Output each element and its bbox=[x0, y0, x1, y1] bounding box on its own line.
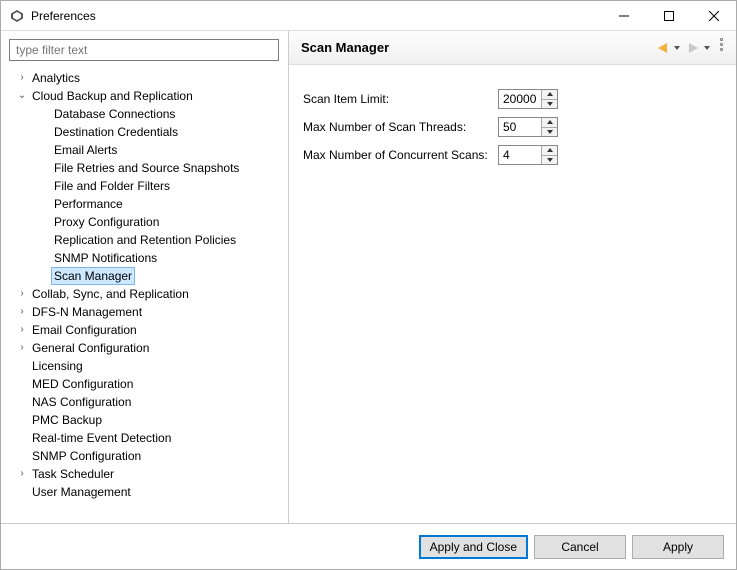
close-button[interactable] bbox=[691, 1, 736, 30]
tree-item[interactable]: ›Scan Manager bbox=[9, 267, 280, 285]
tree-item-label: Email Configuration bbox=[29, 321, 140, 339]
tree-item[interactable]: ›Database Connections bbox=[9, 105, 280, 123]
tree-item[interactable]: ›Collab, Sync, and Replication bbox=[9, 285, 280, 303]
tree-item[interactable]: ›File and Folder Filters bbox=[9, 177, 280, 195]
max-concurrent-spinner[interactable] bbox=[498, 145, 558, 165]
tree-item-label: SNMP Configuration bbox=[29, 447, 144, 465]
filter-input[interactable] bbox=[9, 39, 279, 61]
tree-item-label: Replication and Retention Policies bbox=[51, 231, 239, 249]
tree-item[interactable]: ›PMC Backup bbox=[9, 411, 280, 429]
scan-item-limit-label: Scan Item Limit: bbox=[303, 92, 498, 106]
tree-item[interactable]: ›User Management bbox=[9, 483, 280, 501]
apply-and-close-button[interactable]: Apply and Close bbox=[419, 535, 528, 559]
tree-item-label: File Retries and Source Snapshots bbox=[51, 159, 242, 177]
tree-item[interactable]: ›Email Alerts bbox=[9, 141, 280, 159]
page-title: Scan Manager bbox=[301, 40, 654, 55]
chevron-right-icon[interactable]: › bbox=[15, 303, 29, 321]
tree-item-label: Licensing bbox=[29, 357, 86, 375]
content-pane: Scan Manager Scan Item Limit: Max Numbe bbox=[289, 31, 736, 523]
preferences-dialog: Preferences ›Analytics⌄Cloud Backup and … bbox=[0, 0, 737, 570]
spinner-up-button[interactable] bbox=[542, 118, 557, 127]
chevron-down-icon[interactable]: ⌄ bbox=[15, 87, 29, 105]
arrow-right-icon bbox=[686, 42, 702, 54]
tree-item[interactable]: ›Email Configuration bbox=[9, 321, 280, 339]
preferences-tree[interactable]: ›Analytics⌄Cloud Backup and Replication›… bbox=[9, 69, 280, 515]
tree-item-label: Email Alerts bbox=[51, 141, 120, 159]
spinner-down-button[interactable] bbox=[542, 155, 557, 165]
dialog-footer: Apply and Close Cancel Apply bbox=[1, 523, 736, 569]
window-title: Preferences bbox=[31, 9, 96, 23]
max-threads-input[interactable] bbox=[499, 118, 541, 136]
tree-item[interactable]: ›DFS-N Management bbox=[9, 303, 280, 321]
spinner-up-button[interactable] bbox=[542, 146, 557, 155]
tree-item[interactable]: ›Analytics bbox=[9, 69, 280, 87]
chevron-right-icon[interactable]: › bbox=[15, 321, 29, 339]
apply-button[interactable]: Apply bbox=[632, 535, 724, 559]
tree-item[interactable]: ›Destination Credentials bbox=[9, 123, 280, 141]
tree-item-label: NAS Configuration bbox=[29, 393, 134, 411]
view-menu-button[interactable] bbox=[714, 38, 728, 58]
tree-item[interactable]: ⌄Cloud Backup and Replication bbox=[9, 87, 280, 105]
scan-item-limit-input[interactable] bbox=[499, 90, 541, 108]
max-threads-spinner[interactable] bbox=[498, 117, 558, 137]
tree-item-label: PMC Backup bbox=[29, 411, 105, 429]
cancel-button[interactable]: Cancel bbox=[534, 535, 626, 559]
scan-item-limit-spinner[interactable] bbox=[498, 89, 558, 109]
tree-item[interactable]: ›SNMP Notifications bbox=[9, 249, 280, 267]
chevron-right-icon[interactable]: › bbox=[15, 69, 29, 87]
titlebar: Preferences bbox=[1, 1, 736, 31]
tree-item[interactable]: ›Real-time Event Detection bbox=[9, 429, 280, 447]
nav-back-button[interactable] bbox=[654, 38, 682, 58]
tree-item-label: File and Folder Filters bbox=[51, 177, 173, 195]
spinner-down-button[interactable] bbox=[542, 127, 557, 137]
tree-item-label: Cloud Backup and Replication bbox=[29, 87, 196, 105]
tree-item-label: Proxy Configuration bbox=[51, 213, 162, 231]
minimize-button[interactable] bbox=[601, 1, 646, 30]
tree-item-label: SNMP Notifications bbox=[51, 249, 160, 267]
max-concurrent-input[interactable] bbox=[499, 146, 541, 164]
sidebar: ›Analytics⌄Cloud Backup and Replication›… bbox=[1, 31, 289, 523]
tree-item-label: Database Connections bbox=[51, 105, 178, 123]
tree-item[interactable]: ›Licensing bbox=[9, 357, 280, 375]
tree-item-label: Collab, Sync, and Replication bbox=[29, 285, 192, 303]
tree-item-label: DFS-N Management bbox=[29, 303, 145, 321]
chevron-down-icon bbox=[704, 46, 710, 50]
tree-item-label: Task Scheduler bbox=[29, 465, 117, 483]
chevron-right-icon[interactable]: › bbox=[15, 285, 29, 303]
tree-item-label: General Configuration bbox=[29, 339, 152, 357]
max-threads-label: Max Number of Scan Threads: bbox=[303, 120, 498, 134]
chevron-right-icon[interactable]: › bbox=[15, 339, 29, 357]
tree-item[interactable]: ›Replication and Retention Policies bbox=[9, 231, 280, 249]
tree-item-label: Real-time Event Detection bbox=[29, 429, 174, 447]
spinner-up-button[interactable] bbox=[542, 90, 557, 99]
tree-item[interactable]: ›SNMP Configuration bbox=[9, 447, 280, 465]
max-concurrent-label: Max Number of Concurrent Scans: bbox=[303, 148, 498, 162]
nav-forward-button[interactable] bbox=[684, 38, 712, 58]
tree-item[interactable]: ›Performance bbox=[9, 195, 280, 213]
tree-item[interactable]: ›NAS Configuration bbox=[9, 393, 280, 411]
chevron-down-icon bbox=[674, 46, 680, 50]
tree-item[interactable]: ›Proxy Configuration bbox=[9, 213, 280, 231]
tree-item-label: Scan Manager bbox=[51, 267, 135, 285]
tree-item[interactable]: ›File Retries and Source Snapshots bbox=[9, 159, 280, 177]
tree-item-label: Destination Credentials bbox=[51, 123, 181, 141]
tree-item-label: MED Configuration bbox=[29, 375, 136, 393]
tree-item[interactable]: ›MED Configuration bbox=[9, 375, 280, 393]
maximize-button[interactable] bbox=[646, 1, 691, 30]
form-area: Scan Item Limit: Max Number of Scan Thre… bbox=[289, 65, 736, 523]
tree-item[interactable]: ›General Configuration bbox=[9, 339, 280, 357]
tree-item[interactable]: ›Task Scheduler bbox=[9, 465, 280, 483]
content-header: Scan Manager bbox=[289, 31, 736, 65]
tree-item-label: User Management bbox=[29, 483, 134, 501]
spinner-down-button[interactable] bbox=[542, 99, 557, 109]
tree-item-label: Performance bbox=[51, 195, 126, 213]
chevron-right-icon[interactable]: › bbox=[15, 465, 29, 483]
app-icon bbox=[9, 8, 25, 24]
arrow-left-icon bbox=[656, 42, 672, 54]
tree-item-label: Analytics bbox=[29, 69, 83, 87]
